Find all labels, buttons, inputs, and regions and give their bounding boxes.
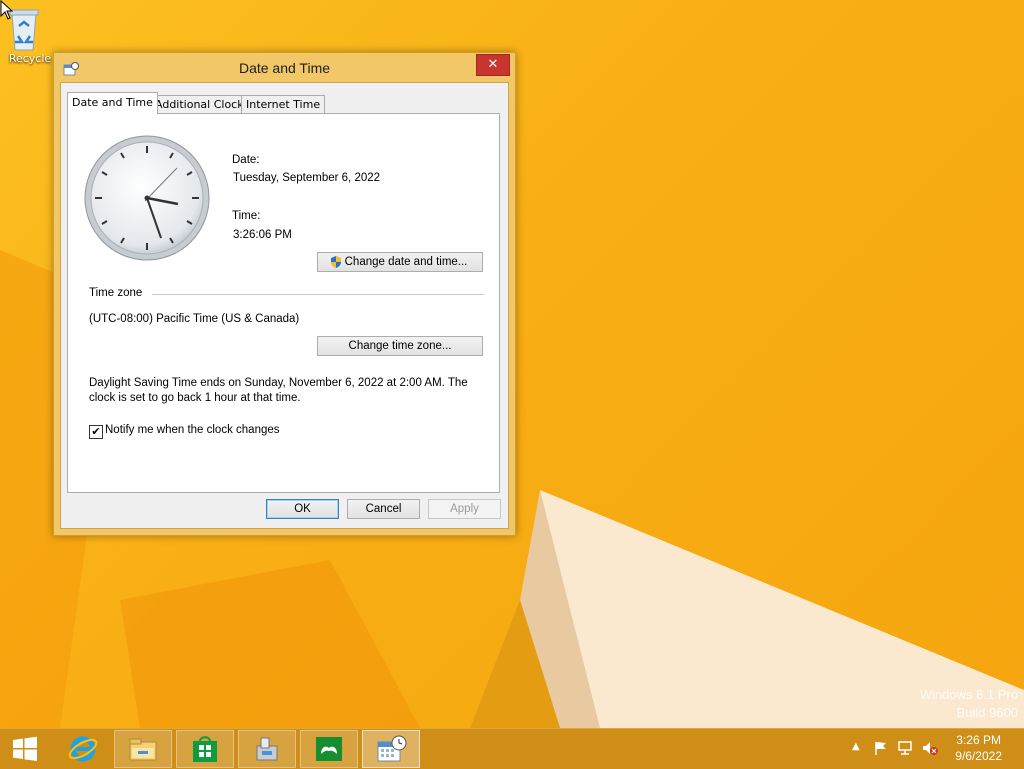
date-time-icon: [377, 735, 407, 762]
start-icon: [13, 736, 37, 761]
show-hidden-icons-button[interactable]: ▲: [852, 741, 860, 752]
file-explorer-taskbar-button[interactable]: [114, 730, 172, 768]
cancel-button[interactable]: Cancel: [347, 499, 420, 519]
notify-checkbox[interactable]: ✔: [89, 425, 103, 439]
date-label: Date:: [232, 154, 260, 166]
action-center-flag-icon[interactable]: [873, 740, 889, 756]
setup-taskbar-button[interactable]: [238, 730, 296, 768]
store-taskbar-button[interactable]: [176, 730, 234, 768]
tab-date-and-time[interactable]: Date and Time: [67, 92, 158, 114]
dialog-titlebar[interactable]: Date and Time ✕: [54, 53, 515, 83]
internet-explorer-icon: [68, 736, 98, 762]
timezone-heading: Time zone: [89, 287, 143, 299]
ok-button[interactable]: OK: [266, 499, 339, 519]
change-date-time-label: Change date and time...: [344, 256, 468, 268]
volume-muted-icon[interactable]: [921, 740, 939, 756]
internet-explorer-taskbar-button[interactable]: [54, 730, 112, 768]
start-button[interactable]: [0, 730, 50, 768]
tab-additional-clocks[interactable]: Additional Clocks: [150, 95, 255, 113]
apply-button[interactable]: Apply: [428, 499, 501, 519]
analog-clock-icon: [84, 135, 210, 261]
taskbar: ▲ 3:26 PM 9/6/2022: [0, 728, 1024, 769]
time-value: 3:26:06 PM: [233, 229, 292, 241]
uac-shield-icon: [331, 256, 341, 268]
time-label: Time:: [232, 210, 261, 222]
dialog-title: Date and Time: [238, 60, 331, 76]
date-time-dialog: Date and Time ✕ Date and Time Additional…: [53, 52, 516, 536]
timezone-divider: [152, 294, 484, 295]
dst-info-line2: clock is set to go back 1 hour at that t…: [89, 392, 301, 404]
dst-info-line1: Daylight Saving Time ends on Sunday, Nov…: [89, 377, 468, 389]
dialog-client-area: Date and Time Additional Clocks Internet…: [60, 82, 509, 529]
tab-internet-time[interactable]: Internet Time: [241, 95, 326, 113]
recycle-bin-icon: [9, 6, 48, 52]
date-time-tab-panel: Date: Tuesday, September 6, 2022 Time: 3…: [67, 113, 500, 493]
taskbar-clock[interactable]: 3:26 PM 9/6/2022: [955, 732, 1002, 764]
timezone-value: (UTC-08:00) Pacific Time (US & Canada): [89, 313, 300, 325]
file-explorer-icon: [129, 738, 157, 761]
date-time-taskbar-button[interactable]: [362, 730, 420, 768]
taskbar-clock-time: 3:26 PM: [956, 733, 1001, 747]
network-icon[interactable]: [897, 740, 915, 756]
store-icon: [193, 736, 217, 762]
taskbar-clock-date: 9/6/2022: [955, 749, 1002, 763]
xbox-games-icon: [316, 737, 342, 761]
setup-icon: [256, 737, 278, 761]
mouse-cursor-icon: [0, 0, 14, 20]
watermark-edition: Windows 8.1 Pro: [919, 687, 1018, 702]
watermark-build: Build 9600: [956, 705, 1018, 720]
xbox-games-taskbar-button[interactable]: [300, 730, 358, 768]
date-value: Tuesday, September 6, 2022: [233, 172, 381, 184]
windows-watermark: Windows 8.1 Pro Build 9600: [920, 686, 1018, 722]
change-date-time-button[interactable]: Change date and time...: [317, 252, 483, 272]
notify-label[interactable]: Notify me when the clock changes: [105, 424, 280, 436]
close-button[interactable]: ✕: [476, 54, 510, 76]
change-time-zone-button[interactable]: Change time zone...: [317, 336, 483, 356]
recycle-bin-label: Recycle: [8, 52, 52, 65]
